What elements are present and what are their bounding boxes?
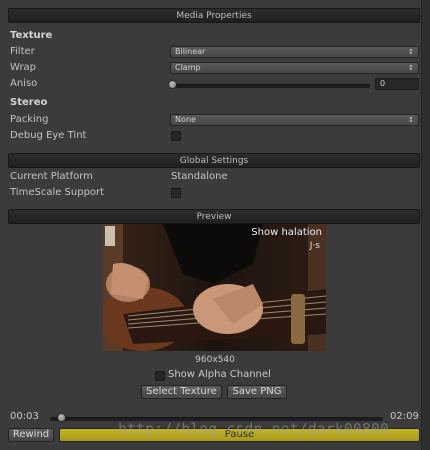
watermark-text: http://blog.csdn.net/dark00800 bbox=[118, 420, 389, 438]
packing-label: Packing bbox=[10, 114, 49, 125]
aniso-slider-track[interactable] bbox=[172, 84, 370, 88]
stereo-section-title: Stereo bbox=[10, 97, 48, 108]
resolution-label: 960x540 bbox=[195, 355, 235, 365]
filter-dropdown[interactable]: Bilinear ↕ bbox=[170, 46, 419, 58]
aniso-slider-thumb[interactable] bbox=[168, 80, 177, 89]
wrap-dropdown[interactable]: Clamp ↕ bbox=[170, 62, 419, 74]
video-overlay-subtext: J·s bbox=[309, 241, 320, 251]
media-properties-header[interactable]: Media Properties bbox=[8, 8, 420, 23]
vertical-scrollbar[interactable] bbox=[421, 0, 430, 450]
wrap-label: Wrap bbox=[10, 62, 37, 73]
current-time-label: 00:03 bbox=[10, 411, 39, 422]
show-alpha-checkbox[interactable] bbox=[155, 371, 165, 381]
preview-header[interactable]: Preview bbox=[8, 209, 420, 224]
timescale-support-checkbox[interactable] bbox=[171, 188, 181, 198]
current-platform-value: Standalone bbox=[171, 171, 228, 182]
texture-section-title: Texture bbox=[10, 30, 53, 41]
debug-eye-tint-label: Debug Eye Tint bbox=[10, 130, 87, 141]
global-settings-header[interactable]: Global Settings bbox=[8, 153, 420, 168]
aniso-value-field[interactable]: 0 bbox=[375, 78, 419, 90]
show-alpha-label: Show Alpha Channel bbox=[168, 369, 271, 380]
dropdown-arrows-icon: ↕ bbox=[408, 48, 414, 56]
current-platform-label: Current Platform bbox=[10, 171, 93, 182]
video-overlay-text: Show halation bbox=[251, 227, 322, 238]
total-time-label: 02:09 bbox=[390, 411, 419, 422]
timescale-support-label: TimeScale Support bbox=[10, 187, 105, 198]
filter-value: Bilinear bbox=[175, 47, 206, 56]
select-texture-button[interactable]: Select Texture bbox=[141, 385, 222, 399]
debug-eye-tint-checkbox[interactable] bbox=[171, 131, 181, 141]
video-preview: Show halation J·s bbox=[103, 224, 326, 351]
rewind-button[interactable]: Rewind bbox=[8, 428, 54, 442]
dropdown-arrows-icon: ↕ bbox=[408, 64, 414, 72]
aniso-label: Aniso bbox=[10, 78, 38, 89]
packing-value: None bbox=[175, 115, 196, 124]
filter-label: Filter bbox=[10, 46, 35, 57]
save-png-button[interactable]: Save PNG bbox=[227, 385, 287, 399]
dropdown-arrows-icon: ↕ bbox=[408, 116, 414, 124]
wrap-value: Clamp bbox=[175, 63, 201, 72]
seek-slider-thumb[interactable] bbox=[56, 413, 66, 422]
video-frame-image bbox=[103, 224, 326, 351]
packing-dropdown[interactable]: None ↕ bbox=[170, 114, 419, 126]
